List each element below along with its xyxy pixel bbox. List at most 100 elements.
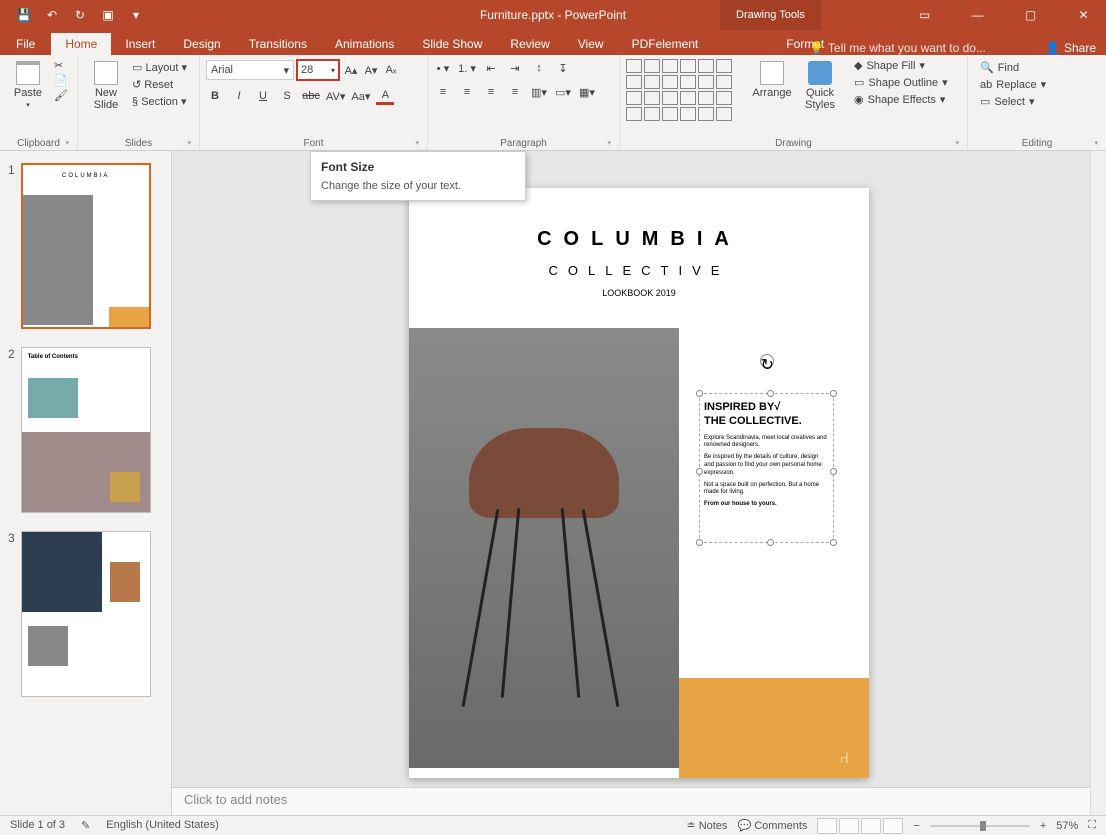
status-slide-number[interactable]: Slide 1 of 3 [10, 819, 65, 832]
resize-handle[interactable] [830, 468, 837, 475]
replace-button[interactable]: ab Replace ▾ [980, 78, 1094, 91]
tab-view[interactable]: View [564, 33, 618, 55]
tab-review[interactable]: Review [496, 33, 563, 55]
tab-home[interactable]: Home [51, 33, 111, 55]
qat-more-icon[interactable]: ▾ [128, 7, 144, 23]
numbering-button[interactable]: 1. ▾ [458, 59, 476, 77]
tab-file[interactable]: File [0, 33, 51, 55]
select-button[interactable]: ▭ Select ▾ [980, 95, 1094, 108]
save-icon[interactable]: 💾 [16, 7, 32, 23]
zoom-level[interactable]: 57% [1056, 820, 1078, 832]
zoom-out-icon[interactable]: − [913, 820, 919, 832]
reset-button[interactable]: ↺ Reset [132, 78, 187, 91]
bold-button[interactable]: B [206, 87, 224, 105]
resize-handle[interactable] [830, 539, 837, 546]
align-center-icon[interactable]: ≡ [458, 83, 476, 101]
shape-fill-button[interactable]: ◆ Shape Fill ▾ [854, 59, 948, 72]
smartart-icon[interactable]: ▦▾ [578, 83, 596, 101]
fit-to-window-icon[interactable]: ⛶ [1088, 819, 1096, 832]
tab-transitions[interactable]: Transitions [235, 33, 321, 55]
justify-icon[interactable]: ≡ [506, 83, 524, 101]
slide-image[interactable] [409, 328, 679, 768]
notes-pane[interactable]: Click to add notes [172, 787, 1090, 815]
maximize-button[interactable]: ▢ [1008, 0, 1053, 30]
quick-styles-button[interactable]: Quick Styles [798, 59, 842, 111]
slide-thumbnail-2[interactable]: Table of Contents [21, 347, 151, 513]
orange-block[interactable]: ⑁ [679, 678, 869, 778]
shape-outline-button[interactable]: ▭ Shape Outline ▾ [854, 76, 948, 89]
font-size-combo[interactable]: 28▾ [296, 59, 340, 81]
tab-animations[interactable]: Animations [321, 33, 408, 55]
increase-font-icon[interactable]: A▴ [342, 61, 360, 79]
tab-design[interactable]: Design [169, 33, 234, 55]
zoom-in-icon[interactable]: + [1040, 820, 1046, 832]
slide-title[interactable]: COLUMBIA [409, 228, 869, 251]
slide-thumbnail-1[interactable]: COLUMBIA [21, 163, 151, 329]
align-right-icon[interactable]: ≡ [482, 83, 500, 101]
slide-thumbnails-pane[interactable]: 1 COLUMBIA 2 Table of Contents 3 [0, 151, 172, 815]
text-direction-icon[interactable]: ↧ [554, 59, 572, 77]
shapes-gallery[interactable] [626, 59, 746, 121]
status-spellcheck-icon[interactable]: ✎ [81, 819, 90, 832]
increase-indent-icon[interactable]: ⇥ [506, 59, 524, 77]
tab-insert[interactable]: Insert [111, 33, 169, 55]
minimize-button[interactable]: — [955, 0, 1000, 30]
reading-view-icon[interactable] [861, 818, 881, 834]
decrease-font-icon[interactable]: A▾ [362, 61, 380, 79]
bullets-button[interactable]: • ▾ [434, 59, 452, 77]
normal-view-icon[interactable] [817, 818, 837, 834]
align-left-icon[interactable]: ≡ [434, 83, 452, 101]
new-slide-button[interactable]: New Slide [84, 59, 128, 111]
clear-formatting-icon[interactable]: Aₓ [382, 61, 400, 79]
ribbon-display-icon[interactable]: ▭ [902, 0, 947, 30]
columns-icon[interactable]: ▥▾ [530, 83, 548, 101]
zoom-slider[interactable] [930, 825, 1030, 827]
font-color-button[interactable]: A [376, 87, 394, 105]
tell-me-search[interactable]: 💡 Tell me what you want to do... [809, 41, 986, 55]
slide-year[interactable]: LOOKBOOK 2019 [409, 288, 869, 298]
redo-icon[interactable]: ↻ [72, 7, 88, 23]
sorter-view-icon[interactable] [839, 818, 859, 834]
tab-slideshow[interactable]: Slide Show [408, 33, 496, 55]
change-case-button[interactable]: Aa▾ [351, 87, 370, 105]
section-button[interactable]: § Section ▾ [132, 95, 187, 108]
shape-effects-button[interactable]: ◉ Shape Effects ▾ [854, 93, 948, 106]
tab-pdfelement[interactable]: PDFelement [618, 33, 713, 55]
resize-handle[interactable] [696, 390, 703, 397]
close-button[interactable]: ✕ [1061, 0, 1106, 30]
resize-handle[interactable] [696, 539, 703, 546]
slide-subtitle[interactable]: COLLECTIVE [409, 263, 869, 278]
strikethrough-button[interactable]: abc [302, 87, 320, 105]
paste-button[interactable]: Paste ▾ [6, 59, 50, 109]
resize-handle[interactable] [696, 468, 703, 475]
vertical-scrollbar[interactable] [1090, 151, 1106, 815]
cut-icon[interactable]: ✂ [54, 59, 68, 72]
italic-button[interactable]: I [230, 87, 248, 105]
slide-thumbnail-3[interactable] [21, 531, 151, 697]
comments-toggle[interactable]: 💬 Comments [737, 819, 807, 832]
resize-handle[interactable] [767, 539, 774, 546]
find-button[interactable]: 🔍 Find [980, 61, 1094, 74]
slide-editor[interactable]: COLUMBIA COLLECTIVE LOOKBOOK 2019 ⑁ ↻ [172, 151, 1106, 815]
slide-canvas[interactable]: COLUMBIA COLLECTIVE LOOKBOOK 2019 ⑁ ↻ [409, 188, 869, 778]
shadow-button[interactable]: S [278, 87, 296, 105]
align-text-icon[interactable]: ▭▾ [554, 83, 572, 101]
format-painter-icon[interactable]: 🖌 [54, 89, 68, 102]
selected-textbox[interactable]: ↻ INSPIRED BY√THE COLLECTIVE. Explore Sc… [699, 393, 834, 543]
resize-handle[interactable] [830, 390, 837, 397]
slideshow-view-icon[interactable] [883, 818, 903, 834]
share-button[interactable]: 👤 Share [1045, 41, 1096, 55]
char-spacing-button[interactable]: AV▾ [326, 87, 345, 105]
start-from-beginning-icon[interactable]: ▣ [100, 7, 116, 23]
font-name-combo[interactable]: Arial▾ [206, 60, 294, 80]
line-spacing-icon[interactable]: ↕ [530, 59, 548, 77]
undo-icon[interactable]: ↶ [44, 7, 60, 23]
arrange-button[interactable]: Arrange [750, 59, 794, 99]
decrease-indent-icon[interactable]: ⇤ [482, 59, 500, 77]
status-language[interactable]: English (United States) [106, 819, 219, 832]
layout-button[interactable]: ▭ Layout ▾ [132, 61, 187, 74]
copy-icon[interactable]: 📄 [54, 74, 68, 87]
rotate-handle-icon[interactable]: ↻ [760, 354, 774, 368]
underline-button[interactable]: U [254, 87, 272, 105]
resize-handle[interactable] [767, 390, 774, 397]
